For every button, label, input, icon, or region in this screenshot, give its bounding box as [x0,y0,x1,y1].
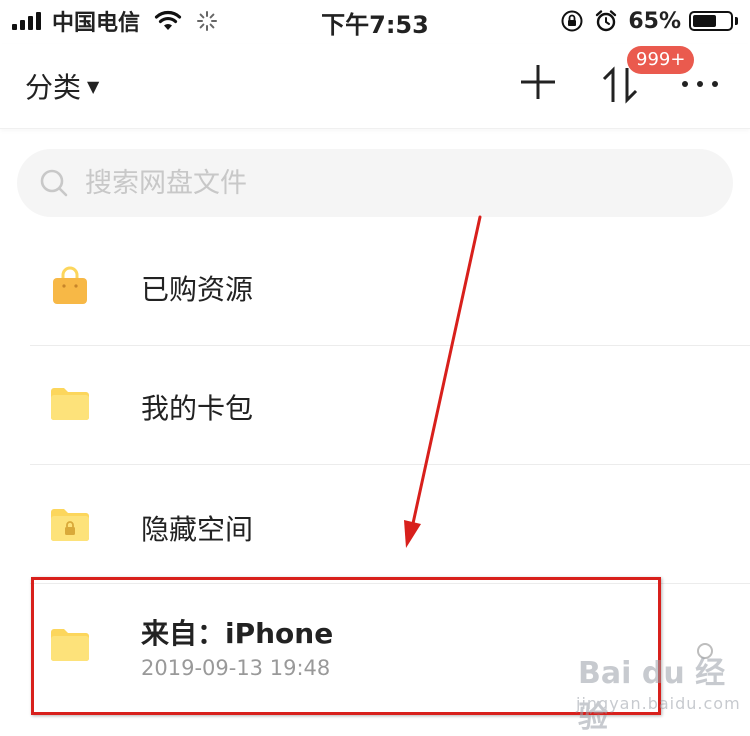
baidu-watermark: Bai du 经验 jingyan.baidu.com [572,648,742,735]
annotation-arrow [404,215,482,548]
watermark-main: Bai du 经验 [578,656,726,735]
watermark-sub: jingyan.baidu.com [576,694,741,713]
